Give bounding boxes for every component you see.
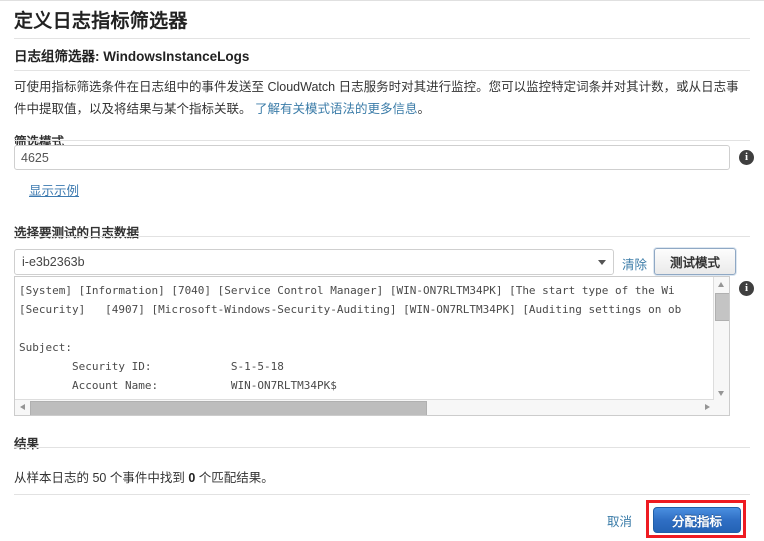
pattern-syntax-help-link[interactable]: 了解有关模式语法的更多信息 [255,102,418,116]
results-prefix: 从样本日志的 [14,471,93,485]
scroll-up-button[interactable] [714,277,729,291]
log-line: Security ID: S-1-5-18 [19,360,284,373]
arrow-right-icon [705,404,710,410]
filter-pattern-info-icon[interactable]: i [739,150,754,165]
log-data-select[interactable]: i-e3b2363b [14,249,614,275]
results-label: 结果 [14,437,40,451]
log-output-text: [System] [Information] [7040] [Service C… [15,277,714,400]
footer-divider [14,494,750,495]
top-divider [0,0,764,4]
log-line: [System] [Information] [7040] [Service C… [19,284,675,297]
log-line: Subject: [19,341,72,354]
results-suffix: 个匹配结果。 [195,471,274,485]
page-title: 定义日志指标筛选器 [14,11,188,32]
subtitle-divider [14,70,750,71]
assign-metric-highlight: 分配指标 [646,500,746,538]
chevron-down-icon [598,260,606,265]
results-event-count: 50 [92,471,107,485]
log-output-box[interactable]: [System] [Information] [7040] [Service C… [14,276,730,416]
description-paragraph: 可使用指标筛选条件在日志组中的事件发送至 CloudWatch 日志服务时对其进… [14,76,750,120]
cancel-link[interactable]: 取消 [607,511,632,530]
scroll-left-button[interactable] [15,400,29,415]
assign-metric-button[interactable]: 分配指标 [653,507,741,533]
log-horizontal-scrollbar[interactable] [15,399,714,415]
results-middle: 个事件中找到 [106,471,189,485]
horizontal-scroll-thumb[interactable] [30,401,427,415]
log-line: [Security] [4907] [Microsoft-Windows-Sec… [19,303,682,316]
filter-pattern-input[interactable] [14,145,730,170]
description-period: 。 [417,102,431,116]
log-group-filter-prefix: 日志组筛选器: [14,49,104,64]
test-pattern-button[interactable]: 测试模式 [654,248,736,275]
filter-pattern-divider [14,140,750,141]
clear-link[interactable]: 清除 [622,254,647,273]
arrow-down-icon [718,391,724,396]
title-divider [14,38,750,39]
log-group-name: WindowsInstanceLogs [103,49,250,64]
log-data-info-icon[interactable]: i [739,281,754,296]
log-group-filter-subtitle: 日志组筛选器: WindowsInstanceLogs [14,45,249,65]
scrollbar-corner [714,400,729,415]
define-log-metric-filter-dialog: 定义日志指标筛选器 日志组筛选器: WindowsInstanceLogs 可使… [0,0,764,541]
scroll-down-button[interactable] [714,386,729,400]
log-line: Account Name: WIN-ON7RLTM34PK$ [19,379,337,392]
log-data-divider [14,236,750,237]
results-summary: 从样本日志的 50 个事件中找到 0 个匹配结果。 [14,467,274,486]
log-vertical-scrollbar[interactable] [713,277,729,400]
results-divider [14,447,750,448]
log-data-selected-value: i-e3b2363b [22,255,85,269]
show-example-link[interactable]: 显示示例 [29,180,79,199]
scroll-right-button[interactable] [700,400,714,415]
vertical-scroll-thumb[interactable] [715,293,729,321]
log-data-label: 选择要测试的日志数据 [14,226,140,240]
arrow-up-icon [718,282,724,287]
arrow-left-icon [20,404,25,410]
